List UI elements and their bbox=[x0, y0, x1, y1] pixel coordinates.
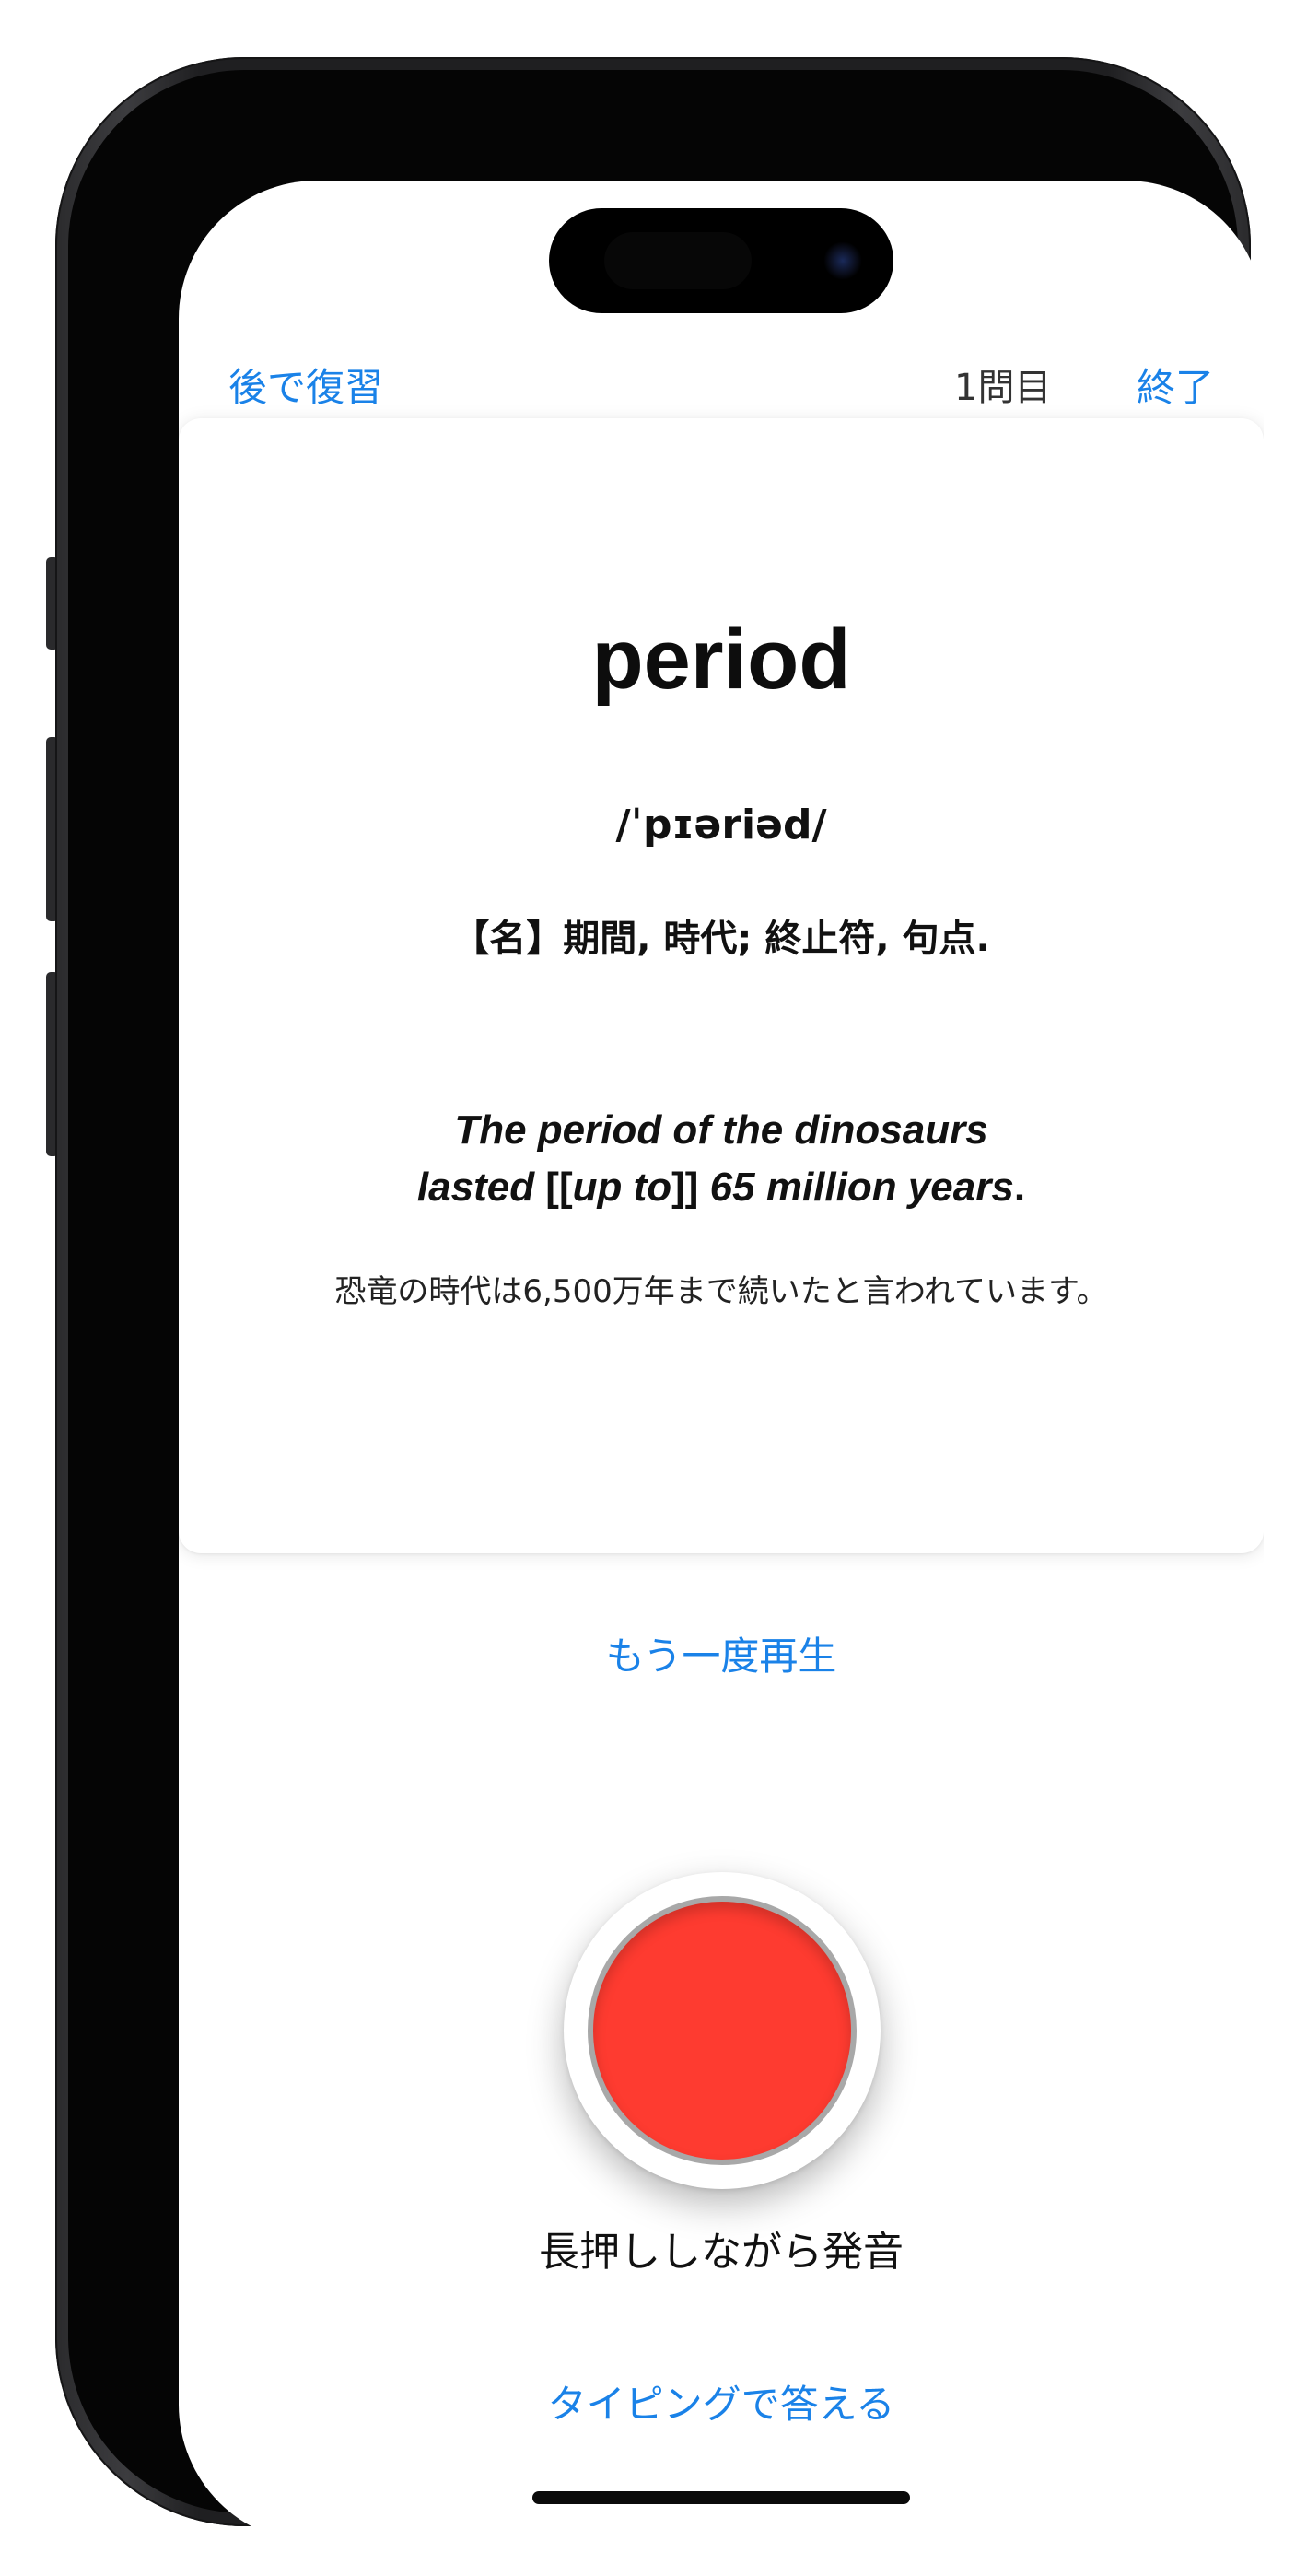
flash-card: period /ˈpɪəriəd/ 【名】期間, 時代; 終止符, 句点. Th… bbox=[179, 418, 1264, 1553]
blank-close-bracket: ]] bbox=[671, 1165, 699, 1210]
pronunciation: /ˈpɪəriəd/ bbox=[615, 802, 827, 849]
example-line-2: lasted [[up to]] 65 million years. bbox=[179, 1159, 1264, 1216]
word-title: period bbox=[591, 613, 851, 707]
answer-by-typing-button[interactable]: タイピングで答える bbox=[179, 2373, 1264, 2430]
record-button[interactable] bbox=[588, 1896, 857, 2165]
example-line-2-part-e: 65 million years bbox=[698, 1165, 1014, 1210]
phone-screen: 後で復習 1問目 終了 period /ˈpɪəriəd/ 【名】期間, 時代;… bbox=[179, 181, 1264, 2543]
question-counter: 1問目 bbox=[954, 367, 1052, 409]
page: 後で復習 1問目 終了 period /ˈpɪəriəd/ 【名】期間, 時代;… bbox=[0, 0, 1307, 2576]
blank-open-bracket: [[ bbox=[545, 1165, 573, 1210]
example-line-1: The period of the dinosaurs bbox=[454, 1107, 988, 1153]
nav-bar: 後で復習 1問目 終了 bbox=[179, 346, 1264, 429]
record-button-container[interactable] bbox=[564, 1872, 881, 2189]
example-line-2-part-a: lasted bbox=[416, 1165, 546, 1210]
replay-button[interactable]: もう一度再生 bbox=[179, 1625, 1264, 1681]
example-period: . bbox=[1013, 1165, 1026, 1210]
example-sentence-en: The period of the dinosaurs lasted [[up … bbox=[179, 1102, 1264, 1216]
review-later-button[interactable]: 後で復習 bbox=[228, 346, 383, 429]
blank-answer: up to bbox=[572, 1165, 672, 1210]
finish-button[interactable]: 終了 bbox=[1137, 346, 1214, 429]
camera-icon bbox=[823, 241, 862, 280]
hold-to-speak-label: 長押ししながら発音 bbox=[539, 2229, 904, 2276]
example-sentence-ja: 恐竜の時代は6,500万年まで続いたと言われています。 bbox=[334, 1273, 1108, 1310]
sensor-area bbox=[604, 232, 752, 289]
home-indicator[interactable] bbox=[532, 2491, 910, 2504]
dynamic-island bbox=[549, 208, 893, 313]
word-meaning: 【名】期間, 時代; 終止符, 句点. bbox=[452, 918, 990, 960]
phone-bezel: 後で復習 1問目 終了 period /ˈpɪəriəd/ 【名】期間, 時代;… bbox=[68, 70, 1264, 2543]
